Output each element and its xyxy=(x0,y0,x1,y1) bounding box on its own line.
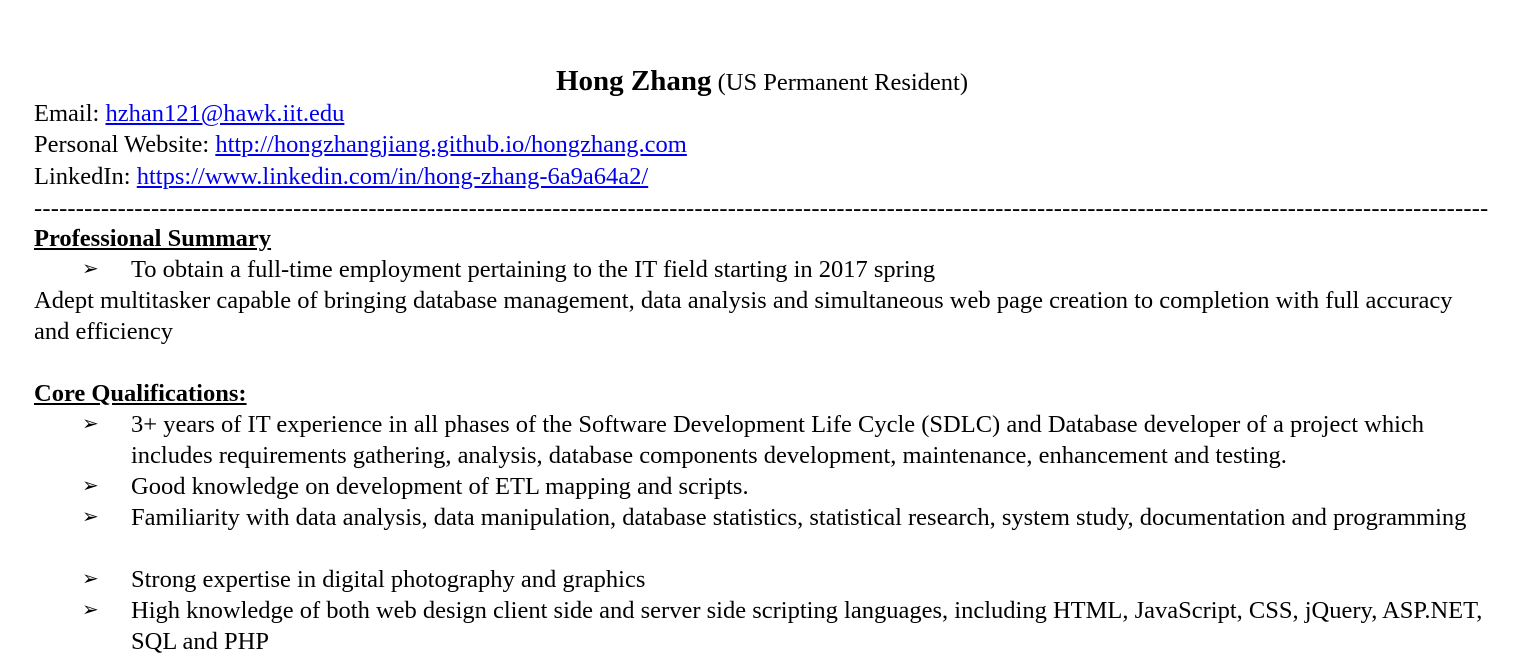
qualification-text: 3+ years of IT experience in all phases … xyxy=(131,411,1425,469)
arrow-bullet-icon: ➢ xyxy=(82,258,99,280)
email-link[interactable]: hzhan121@hawk.iit.edu xyxy=(105,100,344,127)
website-link[interactable]: http://hongzhangjiang.github.io/hongzhan… xyxy=(215,131,687,158)
email-label: Email: xyxy=(34,100,106,127)
resume-page: Hong Zhang (US Permanent Resident) Email… xyxy=(0,0,1524,670)
email-line: Email: hzhan121@hawk.iit.edu xyxy=(34,98,344,129)
qualification-text: Strong expertise in digital photography … xyxy=(131,566,646,593)
arrow-bullet-icon: ➢ xyxy=(82,475,99,497)
linkedin-link[interactable]: https://www.linkedin.com/in/hong-zhang-6… xyxy=(137,163,648,190)
qualification-text: High knowledge of both web design client… xyxy=(131,597,1483,655)
website-label: Personal Website: xyxy=(34,131,216,158)
candidate-name: Hong Zhang xyxy=(555,65,712,97)
website-line: Personal Website: http://hongzhangjiang.… xyxy=(34,129,687,160)
resume-title: Hong Zhang (US Permanent Resident) xyxy=(0,63,1524,101)
arrow-bullet-icon: ➢ xyxy=(82,599,99,621)
summary-objective: To obtain a full-time employment pertain… xyxy=(131,256,936,283)
qualification-text: Good knowledge on development of ETL map… xyxy=(131,473,749,500)
qualification-text: Familiarity with data analysis, data man… xyxy=(131,504,1467,531)
residency-status: (US Permanent Resident) xyxy=(717,69,969,96)
summary-heading: Professional Summary xyxy=(34,225,272,252)
arrow-bullet-icon: ➢ xyxy=(82,506,99,528)
arrow-bullet-icon: ➢ xyxy=(82,413,99,435)
summary-paragraph: Adept multitasker capable of bringing da… xyxy=(34,287,1453,345)
section-divider: ----------------------------------------… xyxy=(34,195,1488,222)
arrow-bullet-icon: ➢ xyxy=(82,568,99,590)
qualifications-heading: Core Qualifications: xyxy=(34,380,247,407)
linkedin-label: LinkedIn: xyxy=(34,163,137,190)
linkedin-line: LinkedIn: https://www.linkedin.com/in/ho… xyxy=(34,161,648,192)
